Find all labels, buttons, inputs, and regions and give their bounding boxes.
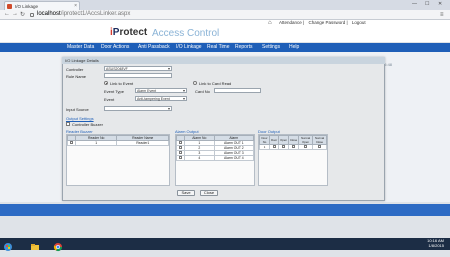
row-checkbox[interactable] <box>176 155 185 161</box>
reload-icon[interactable]: ↻ <box>20 11 25 18</box>
card-no-label: Card No <box>195 89 210 94</box>
nav-anti-passback[interactable]: Anti Passback <box>138 44 170 50</box>
row-checkbox[interactable] <box>67 140 76 146</box>
app-logo: iProtect <box>110 27 148 38</box>
close-button[interactable]: Close <box>200 190 218 196</box>
rule-name-label: Rule Name <box>66 74 87 79</box>
controller-buzzer-checkbox[interactable] <box>66 122 70 126</box>
alarm-table: Alarm No Alarm 1 Alarm OUT 1 2 Alarm OUT 2… <box>176 135 255 161</box>
url-host: localhost <box>37 11 61 17</box>
table-row: 1 Reader1 <box>67 140 169 146</box>
taskbar <box>0 238 450 250</box>
clock-date: 1/8/2015 <box>428 242 444 248</box>
back-icon[interactable]: ← <box>4 11 10 17</box>
reader-table: Reader No Reader Name 1 Reader1 <box>67 135 169 146</box>
tab-title: I/O Linkage <box>15 3 39 9</box>
door-checkbox[interactable] <box>269 144 280 150</box>
controller-label: Controller <box>66 67 84 72</box>
dialog-title: I/O Linkage Details <box>62 57 385 64</box>
event-type-label: Event Type <box>104 89 124 94</box>
event-label: Event <box>104 97 115 102</box>
system-clock[interactable]: 10:16 AM 1/8/2015 <box>427 238 444 248</box>
close-window-icon[interactable]: ✕ <box>438 1 442 7</box>
door-col-normal-open: Normal Open <box>298 135 314 145</box>
maximize-icon[interactable]: ☐ <box>425 1 429 7</box>
nav-master-data[interactable]: Master Data <box>67 44 94 50</box>
door-table: Door No Door Open Close Normal Open Norm… <box>258 135 327 150</box>
event-type-select[interactable]: Alarm Event <box>135 88 187 93</box>
browser-tab[interactable]: I/O Linkage × <box>4 1 80 10</box>
output-settings-link[interactable]: Output Settings <box>66 116 94 121</box>
normal-close-checkbox[interactable] <box>312 144 327 150</box>
forward-icon[interactable]: → <box>12 11 18 17</box>
event-select[interactable]: Anti-tampering Event <box>135 96 187 101</box>
home-icon[interactable]: ⌂ <box>268 20 272 26</box>
door-col-normal-close: Normal Close <box>312 135 327 145</box>
link-to-card-label: Link to Card Read <box>199 81 232 86</box>
minimize-icon[interactable]: — <box>412 1 417 7</box>
link-logout[interactable]: Logout <box>352 20 366 25</box>
nav-door-actions[interactable]: Door Actions <box>101 44 129 50</box>
save-button[interactable]: Save <box>177 190 195 196</box>
nav-reports[interactable]: Reports <box>235 44 253 50</box>
footer-bar <box>0 204 450 216</box>
start-icon[interactable] <box>3 239 13 251</box>
normal-open-checkbox[interactable] <box>298 144 314 150</box>
url-path: /iprotect1/AccsLinker.aspx <box>60 11 131 17</box>
table-row: 4 Alarm OUT 4 <box>176 155 255 161</box>
nav-real-time[interactable]: Real Time <box>207 44 230 50</box>
tab-close-icon[interactable]: × <box>74 3 77 9</box>
close-checkbox[interactable] <box>288 144 300 150</box>
url-field[interactable]: localhost/iprotect1/AccsLinker.aspx <box>30 11 430 19</box>
app-tagline: Access Control <box>152 28 220 39</box>
input-source-select[interactable] <box>104 106 172 111</box>
card-no-input[interactable] <box>214 88 261 93</box>
browser-menu-icon[interactable]: ≡ <box>440 12 444 18</box>
door-col-close: Close <box>288 135 300 145</box>
nav-help[interactable]: Help <box>289 44 299 50</box>
table-row: 1 <box>258 144 327 150</box>
open-checkbox[interactable] <box>278 144 290 150</box>
file-explorer-icon[interactable] <box>30 239 40 250</box>
rule-name-input[interactable] <box>104 73 172 78</box>
input-source-label: Input Source <box>66 107 89 112</box>
link-to-event-label: Link to Event <box>110 81 134 86</box>
app-header <box>0 20 450 42</box>
controller-buzzer-label: Controller Buzzer <box>72 122 103 127</box>
door-col-door: Door <box>269 135 280 145</box>
link-attendance[interactable]: Attendance <box>279 20 302 25</box>
door-col-open: Open <box>278 135 290 145</box>
link-to-card-radio[interactable] <box>193 81 197 85</box>
controller-select[interactable]: ASUS2048VF <box>104 66 172 71</box>
chrome-icon[interactable] <box>53 239 63 252</box>
door-col-no: Door No <box>258 135 271 145</box>
nav-io-linkage[interactable]: I/O Linkage <box>176 44 202 50</box>
header-links: Attendance | Change Password | Logout <box>279 20 366 25</box>
link-to-event-radio[interactable] <box>104 81 108 85</box>
favicon-icon <box>7 4 12 9</box>
nav-settings[interactable]: Settings <box>262 44 280 50</box>
link-change-password[interactable]: Change Password <box>308 20 345 25</box>
